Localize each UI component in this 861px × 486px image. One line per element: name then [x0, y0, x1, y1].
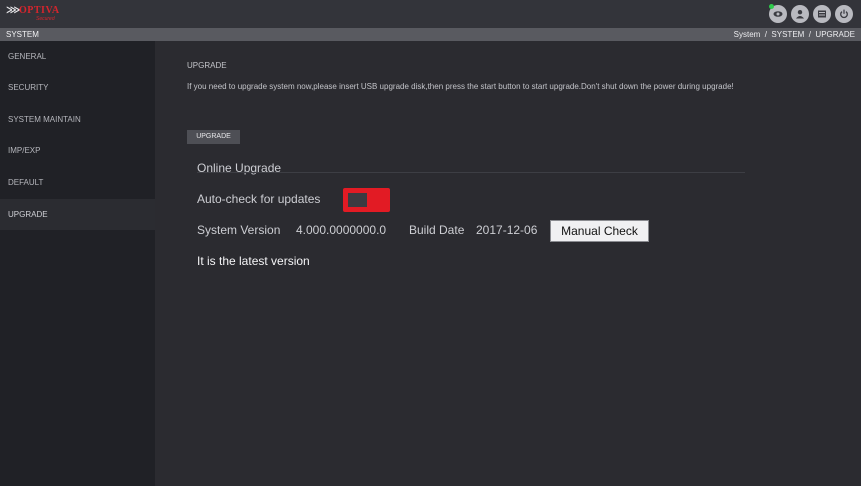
sidebar-item-system-maintain[interactable]: SYSTEM MAINTAIN — [0, 104, 155, 135]
system-version-label: System Version — [197, 223, 281, 237]
sidebar-item-imp-exp[interactable]: IMP/EXP — [0, 135, 155, 166]
power-icon — [840, 9, 848, 19]
update-status: It is the latest version — [197, 254, 310, 268]
auto-check-toggle[interactable] — [343, 188, 390, 212]
live-view-icon — [773, 11, 783, 17]
sidebar: GENERAL SECURITY SYSTEM MAINTAIN IMP/EXP… — [0, 41, 155, 486]
sidebar-item-upgrade[interactable]: UPGRADE — [0, 199, 155, 230]
top-bar: ⋙ OPTIVA Secured — [0, 0, 861, 28]
build-date-label: Build Date — [409, 223, 465, 237]
user-icon — [796, 10, 804, 19]
header-bar: SYSTEM System / SYSTEM / UPGRADE — [0, 28, 861, 41]
brand-logo: ⋙ OPTIVA Secured — [6, 5, 66, 25]
sidebar-item-general[interactable]: GENERAL — [0, 41, 155, 72]
menu-grid-icon — [818, 10, 826, 18]
section-title: UPGRADE — [187, 61, 227, 70]
live-view-button[interactable] — [769, 4, 787, 23]
build-date-value: 2017-12-06 — [476, 223, 538, 237]
brand-subtitle: Secured — [36, 16, 55, 22]
power-button[interactable] — [835, 5, 853, 23]
toggle-knob — [348, 193, 367, 207]
online-status-dot — [769, 4, 774, 9]
section-divider — [197, 172, 745, 173]
sidebar-item-security[interactable]: SECURITY — [0, 72, 155, 103]
breadcrumb: System / SYSTEM / UPGRADE — [733, 30, 855, 39]
system-version-value: 4.000.0000000.0 — [296, 223, 387, 237]
brand-name: OPTIVA — [19, 5, 60, 16]
user-button[interactable] — [791, 5, 809, 23]
top-icon-group — [769, 4, 853, 23]
auto-check-label: Auto-check for updates — [197, 192, 321, 206]
main-menu-button[interactable] — [813, 5, 831, 23]
page-title: SYSTEM — [6, 30, 39, 39]
sidebar-item-default[interactable]: DEFAULT — [0, 167, 155, 198]
manual-check-button[interactable]: Manual Check — [550, 220, 649, 242]
usb-upgrade-button[interactable]: UPGRADE — [187, 130, 240, 144]
upgrade-notice: If you need to upgrade system now,please… — [187, 82, 734, 91]
main-panel: UPGRADE If you need to upgrade system no… — [155, 41, 861, 486]
